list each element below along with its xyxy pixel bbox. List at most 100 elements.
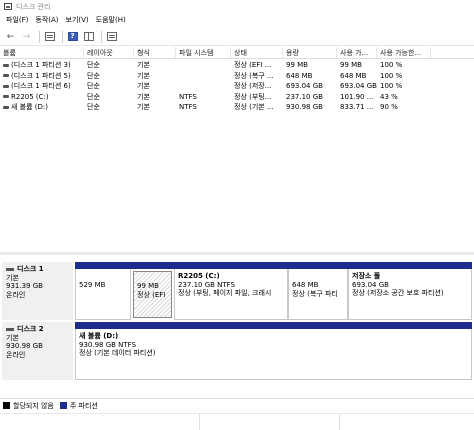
toolbar-separator <box>39 30 40 43</box>
column-layout[interactable]: 레이아웃 <box>84 47 134 59</box>
volume-fs: NTFS <box>179 103 197 111</box>
volume-layout: 단순 <box>87 92 100 101</box>
primary-partition-swatch <box>59 402 67 409</box>
disk-row: 디스크 1 기본 931.39 GB 온라인 529 MB 99 MB 정상 (… <box>0 262 474 320</box>
volume-name-cell: (디스크 1 파티션 3) <box>0 60 84 71</box>
menu-view[interactable]: 보기(V) <box>64 15 94 25</box>
list-view-icon <box>44 32 55 41</box>
legend: 할당되지 않음 주 파티션 <box>0 398 474 412</box>
unallocated-swatch <box>3 402 10 409</box>
volume-fs <box>176 81 231 92</box>
menu-help[interactable]: 도움말(H) <box>94 15 131 25</box>
pane-splitter[interactable] <box>0 252 474 255</box>
volume-name: R2205 (C:) <box>11 92 49 101</box>
partition-body: 새 볼륨 (D:) 930.98 GB NTFS 정상 (기본 데이터 파티션) <box>75 329 472 380</box>
volume-pct: 100 % <box>380 61 403 69</box>
volume-layout: 단순 <box>87 103 100 111</box>
volume-pct: 43 % <box>380 92 398 101</box>
volume-row[interactable]: R2205 (C:) 단순 기본 NTFS 정상 (부팅... 237.10 G… <box>0 92 474 103</box>
partition[interactable]: 새 볼륨 (D:) 930.98 GB NTFS 정상 (기본 데이터 파티션) <box>75 322 472 380</box>
help-icon <box>67 32 78 41</box>
menu-file[interactable]: 파일(F) <box>4 15 33 25</box>
forward-arrow-icon[interactable]: → <box>20 30 33 43</box>
column-percent-free[interactable]: 사용 가능한... <box>377 47 431 59</box>
volume-pct: 90 % <box>380 103 398 111</box>
partition-size: 648 MB <box>292 281 319 289</box>
disk-management-icon <box>4 3 12 10</box>
volume-pct: 100 % <box>380 71 403 80</box>
column-capacity[interactable]: 용량 <box>283 47 337 59</box>
column-volume[interactable]: 볼륨 <box>0 47 84 59</box>
column-status[interactable]: 상태 <box>231 47 283 59</box>
volume-type: 기본 <box>137 61 150 69</box>
partition-body: 저장소 풀 693.04 GB 정상 (저장소 공간 보호 파티션) <box>348 269 472 320</box>
partition[interactable]: 529 MB <box>75 262 131 320</box>
partition[interactable]: R2205 (C:) 237.10 GB NTFS 정상 (부팅, 페이지 파일… <box>174 262 288 320</box>
partition-status: 정상 (EFI <box>137 290 166 299</box>
volume-row[interactable]: (디스크 1 파티션 3) 단순 기본 정상 (EFI ... 99 MB 99… <box>0 60 474 71</box>
partition[interactable]: 99 MB 정상 (EFI <box>131 262 174 320</box>
volume-status: 정상 (저장... <box>234 82 272 90</box>
disk-type: 기본 <box>6 333 19 342</box>
drive-icon <box>3 95 9 99</box>
partition-size: 693.04 GB <box>352 280 389 289</box>
volume-name: (디스크 1 파티션 3) <box>11 61 71 69</box>
drive-icon <box>3 74 9 78</box>
menu-action[interactable]: 동작(A) <box>33 15 63 25</box>
toolbar-separator <box>62 30 63 43</box>
partition-status: 정상 (복구 파티 <box>292 289 338 298</box>
volume-pct: 100 % <box>380 82 403 90</box>
volume-fs <box>176 71 231 82</box>
volume-status: 정상 (기본 ... <box>234 103 274 111</box>
volume-row[interactable]: (디스크 1 파티션 5) 단순 기본 정상 (복구 ... 648 MB 64… <box>0 71 474 82</box>
column-type[interactable]: 형식 <box>134 47 176 59</box>
partition[interactable]: 저장소 풀 693.04 GB 정상 (저장소 공간 보호 파티션) <box>348 262 472 320</box>
column-file-system[interactable]: 파일 시스템 <box>176 47 231 59</box>
column-free-space[interactable]: 사용 가... <box>337 47 377 59</box>
legend-label: 할당되지 않음 <box>13 401 54 410</box>
partition-bar <box>75 262 131 269</box>
disk-label[interactable]: 디스크 2 기본 930.98 GB 온라인 <box>2 322 73 380</box>
partition-selected: 99 MB 정상 (EFI <box>131 271 174 318</box>
disk-icon <box>6 267 14 271</box>
legend-item: 주 파티션 <box>59 401 98 411</box>
partition-body: R2205 (C:) 237.10 GB NTFS 정상 (부팅, 페이지 파일… <box>174 269 288 320</box>
drive-icon <box>3 63 9 67</box>
volume-row[interactable]: (디스크 1 파티션 6) 단순 기본 정상 (저장... 693.04 GB … <box>0 81 474 92</box>
grid-view-icon <box>83 32 94 41</box>
properties-icon <box>106 32 117 41</box>
volume-name-cell: (디스크 1 파티션 5) <box>0 71 84 82</box>
volume-status: 정상 (EFI ... <box>234 61 272 69</box>
partition-bar <box>75 322 472 329</box>
volume-type: 기본 <box>137 71 150 80</box>
disk-size: 931.39 GB <box>6 282 43 290</box>
partition-bar <box>348 262 472 269</box>
back-arrow-icon[interactable]: ← <box>4 30 17 43</box>
partition-status: 정상 (저장소 공간 보호 파티션) <box>352 289 444 297</box>
partition-name: R2205 (C:) <box>178 272 220 280</box>
partition-size: 930.98 GB NTFS <box>79 340 137 349</box>
status-segment <box>0 414 200 430</box>
window-title: 디스크 관리 <box>16 2 51 11</box>
column-header-row: 볼륨 레이아웃 형식 파일 시스템 상태 용량 사용 가... 사용 가능한..… <box>0 47 474 59</box>
volume-capacity: 930.98 GB <box>286 103 323 111</box>
volume-fs: NTFS <box>179 92 197 101</box>
help-button[interactable] <box>66 30 79 43</box>
menu-bar: 파일(F) 동작(A) 보기(V) 도움말(H) <box>0 13 474 27</box>
list-view-button[interactable] <box>43 30 56 43</box>
toolbar: ← → <box>0 28 474 46</box>
volume-free: 99 MB <box>340 61 362 69</box>
disk-state: 온라인 <box>6 350 26 359</box>
grid-view-button[interactable] <box>82 30 95 43</box>
volume-type: 기본 <box>137 103 150 111</box>
properties-button[interactable] <box>105 30 118 43</box>
partition-bar <box>131 262 174 269</box>
disk-map: 디스크 1 기본 931.39 GB 온라인 529 MB 99 MB 정상 (… <box>0 256 474 398</box>
disk-label[interactable]: 디스크 1 기본 931.39 GB 온라인 <box>2 262 73 320</box>
disk-name: 디스크 2 <box>17 325 44 333</box>
disk-row: 디스크 2 기본 930.98 GB 온라인 새 볼륨 (D:) 930.98 … <box>0 322 474 380</box>
partition-status: 정상 (부팅, 페이지 파일, 크래시 <box>178 289 272 297</box>
volume-name-cell: R2205 (C:) <box>0 92 84 103</box>
volume-row[interactable]: 새 볼륨 (D:) 단순 기본 NTFS 정상 (기본 ... 930.98 G… <box>0 102 474 113</box>
partition[interactable]: 648 MB 정상 (복구 파티 <box>288 262 348 320</box>
